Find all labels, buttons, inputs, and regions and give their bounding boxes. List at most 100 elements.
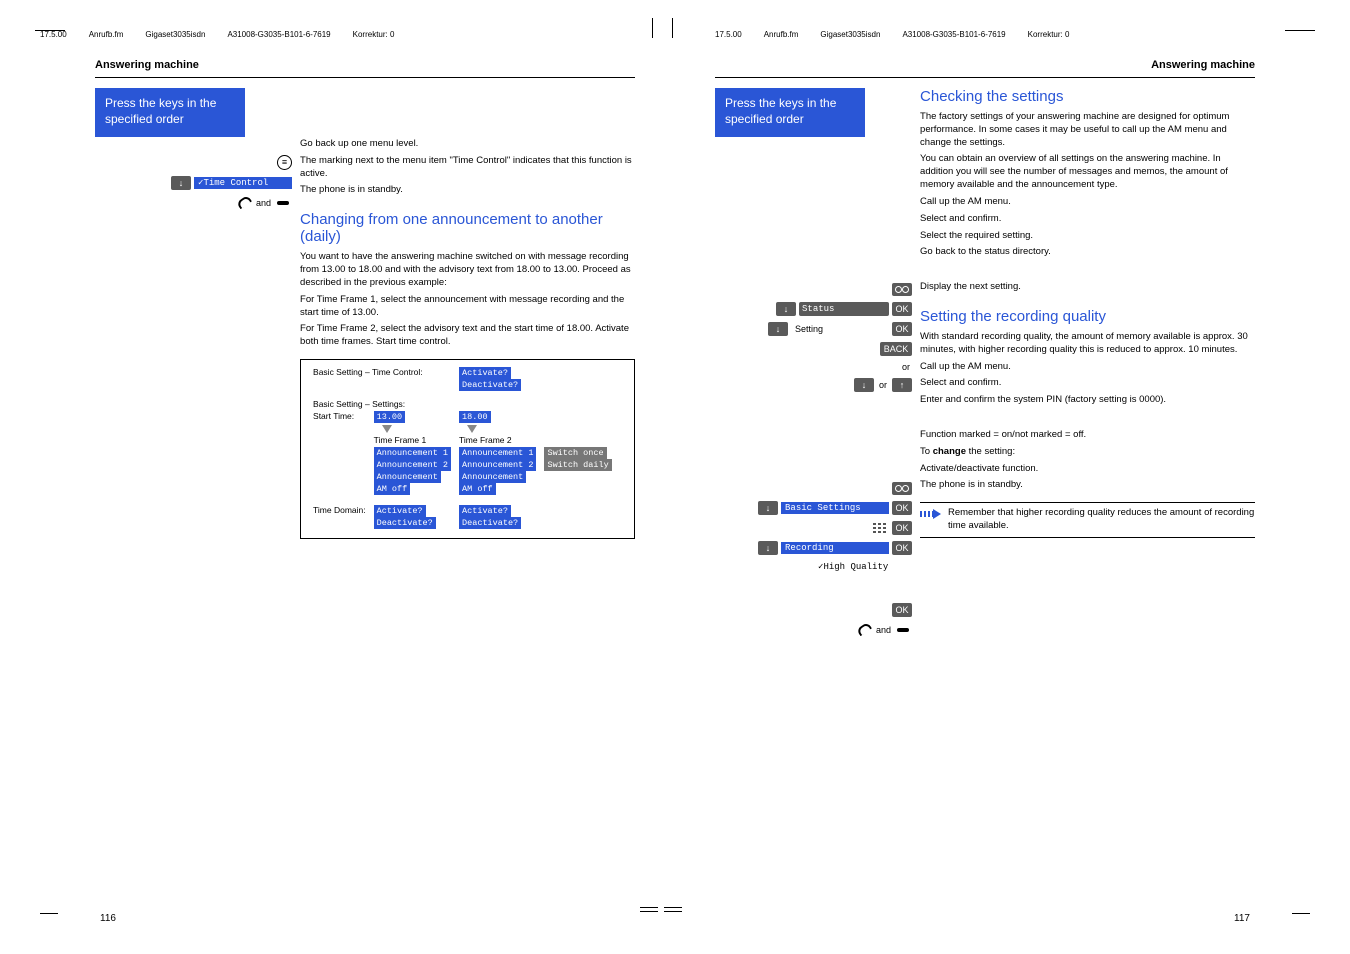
ok-key: OK xyxy=(892,521,912,535)
ok-key: OK xyxy=(892,501,912,515)
select-req: Select the required setting. xyxy=(920,230,1255,243)
ok-key: OK xyxy=(892,322,912,336)
hdr-docid-r: A31008-G3035-B101-6-7619 xyxy=(902,30,1005,39)
page-right: 17.5.00 Anrufb.fm Gigaset3035isdn A31008… xyxy=(675,0,1350,954)
diag-switch-once: Switch once xyxy=(544,447,606,459)
check-p2: You can obtain an overview of all settin… xyxy=(920,153,1255,191)
diag-row1-label: Basic Setting – Time Control: xyxy=(309,366,455,392)
keypad-icon xyxy=(871,522,889,535)
diag-ann2-b: Announcement 2 xyxy=(459,459,536,471)
back-key: BACK xyxy=(880,342,912,356)
changing-p1: You want to have the answering machine s… xyxy=(300,251,635,289)
func-marked: Function marked = on/not marked = off. xyxy=(920,429,1255,442)
hdr-date: 17.5.00 xyxy=(40,30,67,39)
checking-heading: Checking the settings xyxy=(920,88,1255,105)
changing-p3: For Time Frame 2, select the advisory te… xyxy=(300,323,635,349)
go-back-text: Go back up one menu level. xyxy=(300,138,635,151)
press-keys-band-left: Press the keys in the specified order xyxy=(95,88,245,137)
activate-deact: Activate/deactivate function. xyxy=(920,463,1255,476)
section-title-right: Answering machine xyxy=(715,59,1255,71)
diag-ann1-b: Announcement 1 xyxy=(459,447,536,459)
note-box: Remember that higher recording quality r… xyxy=(920,502,1255,538)
header-left: 17.5.00 Anrufb.fm Gigaset3035isdn A31008… xyxy=(40,30,635,39)
hdr-korr-r: Korrektur: 0 xyxy=(1028,30,1070,39)
hook-on-icon xyxy=(855,623,871,637)
high-quality-item: ✓High Quality xyxy=(814,561,912,573)
enter-pin: Enter and confirm the system PIN (factor… xyxy=(920,394,1255,407)
section-title-left: Answering machine xyxy=(95,59,635,71)
recording-item: Recording xyxy=(781,542,889,554)
diag-ann-a: Announcement xyxy=(374,471,441,483)
note-text: Remember that higher recording quality r… xyxy=(948,507,1255,533)
to-change: To change the setting: xyxy=(920,446,1255,459)
down-triangle-icon xyxy=(467,425,477,433)
time-control-diagram: Basic Setting – Time Control: Activate? … xyxy=(300,359,635,539)
note-arrow-icon xyxy=(920,509,940,519)
diag-ann1-a: Announcement 1 xyxy=(374,447,451,459)
hdr-korr: Korrektur: 0 xyxy=(353,30,395,39)
or-label-2: or xyxy=(877,380,889,390)
menu-key-icon xyxy=(277,155,292,170)
down-arrow-key: ↓ xyxy=(854,378,874,392)
changing-heading: Changing from one announcement to anothe… xyxy=(300,211,635,245)
down-arrow-key: ↓ xyxy=(171,176,191,190)
header-right: 17.5.00 Anrufb.fm Gigaset3035isdn A31008… xyxy=(715,30,1310,39)
hdr-date-r: 17.5.00 xyxy=(715,30,742,39)
down-triangle-icon xyxy=(382,425,392,433)
ok-key: OK xyxy=(892,541,912,555)
am-menu-icon xyxy=(892,283,912,296)
check-p1: The factory settings of your answering m… xyxy=(920,111,1255,149)
call-am-1: Call up the AM menu. xyxy=(920,196,1255,209)
call-am-2: Call up the AM menu. xyxy=(920,361,1255,374)
select-confirm-1: Select and confirm. xyxy=(920,213,1255,226)
mark-note: The marking next to the menu item "Time … xyxy=(300,155,635,181)
diag-switch-daily: Switch daily xyxy=(544,459,611,471)
page-number-left: 116 xyxy=(100,913,116,924)
time-control-item: ✓Time Control xyxy=(194,177,292,189)
page-number-right: 117 xyxy=(1234,913,1250,924)
am-menu-icon xyxy=(892,482,912,495)
ok-key: OK xyxy=(892,603,912,617)
diag-t2: 18.00 xyxy=(459,411,491,423)
diag-deactivate-2b: Deactivate? xyxy=(459,517,521,529)
hook-off-icon xyxy=(896,623,912,637)
hook-off-icon xyxy=(276,196,292,210)
up-arrow-key: ↑ xyxy=(892,378,912,392)
diag-deactivate-2a: Deactivate? xyxy=(374,517,436,529)
down-arrow-key: ↓ xyxy=(768,322,788,336)
hdr-file-r: Anrufb.fm xyxy=(764,30,799,39)
diag-amoff-b: AM off xyxy=(459,483,496,495)
diag-start-time: Start Time: xyxy=(309,410,370,446)
and-label: and xyxy=(254,198,273,208)
diag-activate-1: Activate? xyxy=(459,367,511,379)
diag-amoff-a: AM off xyxy=(374,483,411,495)
diag-ann2-a: Announcement 2 xyxy=(374,459,451,471)
diag-t1: 13.00 xyxy=(374,411,406,423)
down-arrow-key: ↓ xyxy=(758,501,778,515)
diag-tf1: Time Frame 1 xyxy=(374,435,427,445)
hook-on-icon xyxy=(235,196,251,210)
standby-r: The phone is in standby. xyxy=(920,479,1255,492)
ok-key: OK xyxy=(892,302,912,316)
or-label-1: or xyxy=(900,362,912,372)
hdr-product: Gigaset3035isdn xyxy=(145,30,205,39)
diag-deactivate-1: Deactivate? xyxy=(459,379,521,391)
standby-left: The phone is in standby. xyxy=(300,184,635,197)
diag-row2-label: Basic Setting – Settings: xyxy=(309,398,616,410)
hdr-docid: A31008-G3035-B101-6-7619 xyxy=(227,30,330,39)
basic-settings-item: Basic Settings xyxy=(781,502,889,514)
go-back-status: Go back to the status directory. xyxy=(920,246,1255,259)
diag-tf2: Time Frame 2 xyxy=(459,435,512,445)
select-confirm-2: Select and confirm. xyxy=(920,377,1255,390)
display-next: Display the next setting. xyxy=(920,281,1255,294)
diag-activate-2b: Activate? xyxy=(459,505,511,517)
and-label-r: and xyxy=(874,625,893,635)
quality-p1: With standard recording quality, the amo… xyxy=(920,331,1255,357)
hdr-file: Anrufb.fm xyxy=(89,30,124,39)
setting-item: Setting xyxy=(791,323,889,335)
changing-p2: For Time Frame 1, select the announcemen… xyxy=(300,294,635,320)
down-arrow-key: ↓ xyxy=(758,541,778,555)
quality-heading: Setting the recording quality xyxy=(920,308,1255,325)
diag-activate-2a: Activate? xyxy=(374,505,426,517)
status-item: Status xyxy=(799,302,889,316)
